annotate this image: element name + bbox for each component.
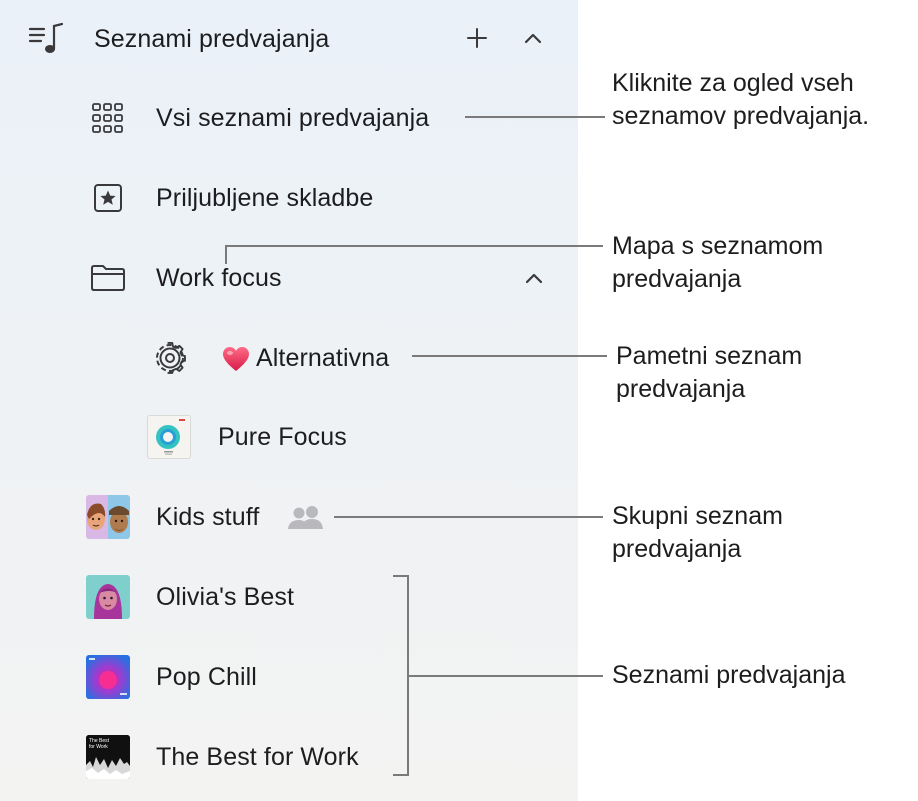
bracket-bottom [393,774,409,776]
sidebar-item-label: Olivia's Best [156,582,295,611]
sidebar-item-label: The Best for Work [156,742,359,771]
grid-icon [90,101,126,135]
sidebar-header[interactable]: Seznami predvajanja [94,22,329,56]
sidebar-item-label: Alternativna [256,343,390,372]
callout-line-2: seznamov predvajanja. [612,102,870,130]
sidebar-folder-work-focus[interactable]: Work focus [156,261,282,295]
callout-all-playlists: Kliknite za ogled vseh seznamov predvaja… [612,67,869,133]
artwork-best-for-work: The Best for Work [86,735,130,779]
callout-line-1: Seznami predvajanja [612,661,846,689]
sidebar-item-label: Vsi seznami predvajanja [156,103,430,132]
playlist-music-icon [28,22,66,56]
callout-line-shared [334,516,603,518]
sidebar-item-pure-focus[interactable]: Pure Focus [218,420,347,454]
chevron-up-icon[interactable] [522,267,546,289]
chevron-up-icon[interactable] [520,27,546,49]
callout-line-folder-vertical [225,245,227,264]
heart-icon [220,344,252,374]
callout-line-all-playlists [465,116,605,118]
folder-icon [89,263,127,293]
sidebar-item-pop-chill[interactable]: Pop Chill [156,660,257,694]
callout-folder: Mapa s seznamom predvajanja [612,230,823,296]
plus-icon[interactable] [464,25,490,51]
artwork-pop-chill [86,655,130,699]
sidebar-item-alternativna[interactable]: Alternativna [256,341,389,375]
sidebar-item-label: Kids stuff [156,502,260,531]
sidebar-item-label: Pure Focus [218,422,347,451]
callout-line-1: Kliknite za ogled vseh [612,69,854,97]
sidebar-item-label: Priljubljene skladbe [156,183,374,212]
gear-icon [152,340,188,376]
sidebar-item-label: Work focus [156,263,282,292]
callout-line-smart [412,355,607,357]
artwork-olivias-best [86,575,130,619]
callout-line-playlists [407,675,603,677]
sidebar-item-label: Pop Chill [156,662,257,691]
sidebar-item-favorite-songs[interactable]: Priljubljene skladbe [156,181,373,215]
sidebar-item-best-for-work[interactable]: The Best for Work [156,740,359,774]
callout-line-2: predvajanja [612,265,742,293]
artwork-text: The Best for Work [89,738,110,750]
callout-smart: Pametni seznam predvajanja [616,340,802,406]
people-icon [286,502,326,532]
artwork-pure-focus [147,415,191,459]
artwork-kids-stuff [86,495,130,539]
sidebar-item-kids-stuff[interactable]: Kids stuff [156,500,259,534]
sidebar-item-olivias-best[interactable]: Olivia's Best [156,580,294,614]
playlists-sidebar: Seznami predvajanja Vsi seznami predvaja… [0,0,578,801]
sidebar-header-title: Seznami predvajanja [94,24,330,53]
callout-line-1: Skupni seznam [612,502,783,530]
sidebar-item-all-playlists[interactable]: Vsi seznami predvajanja [156,101,429,135]
callout-line-2: predvajanja [616,375,746,403]
callout-line-1: Mapa s seznamom [612,232,824,260]
callout-line-1: Pametni seznam [616,342,803,370]
callout-line-folder [225,245,603,247]
star-square-icon [92,182,124,214]
callout-playlists: Seznami predvajanja [612,659,845,692]
callout-shared: Skupni seznam predvajanja [612,500,783,566]
callout-line-2: predvajanja [612,535,742,563]
